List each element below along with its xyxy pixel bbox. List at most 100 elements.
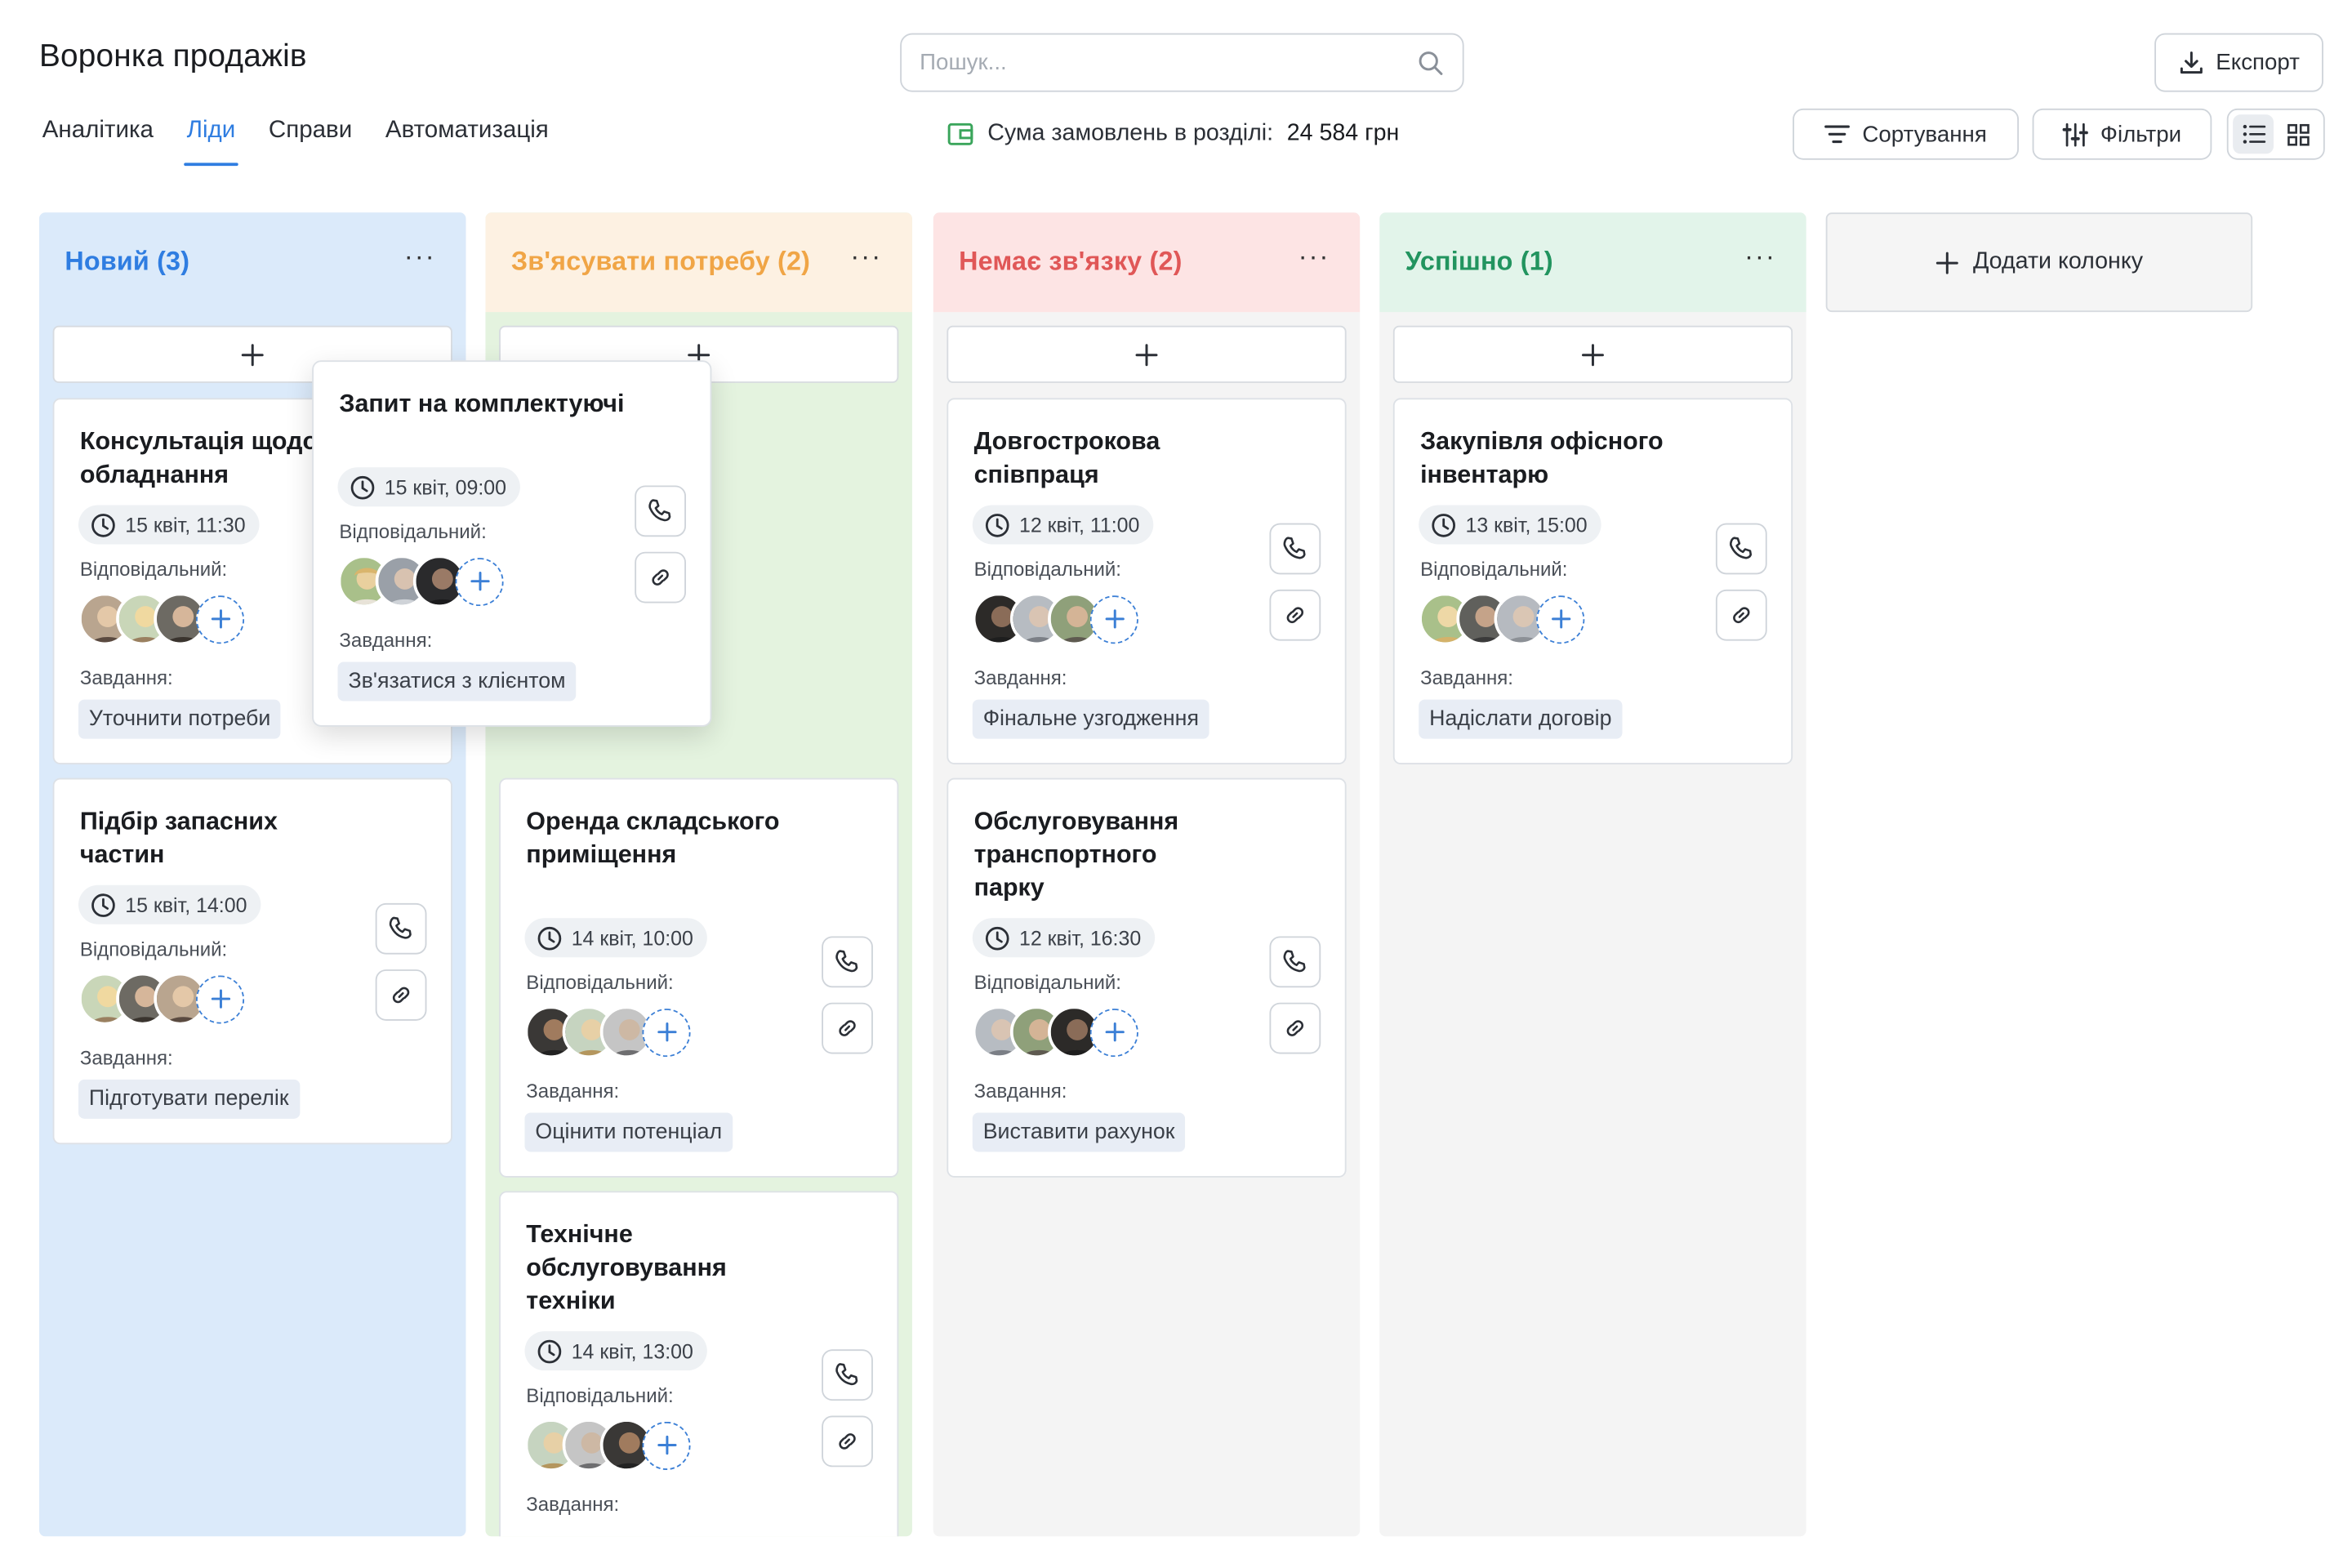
call-button[interactable] <box>822 936 873 988</box>
link-button[interactable] <box>1269 589 1321 641</box>
tab-leads[interactable]: Ліди <box>183 118 239 167</box>
clock-icon <box>985 512 1010 537</box>
responsible-avatars <box>78 972 245 1026</box>
responsible-avatars <box>972 1005 1138 1058</box>
filter-label: Фільтри <box>2100 121 2182 147</box>
lead-card[interactable]: Підбір запасних частин 15 квіт, 14:00 Відп… <box>52 777 452 1145</box>
filter-button[interactable]: Фільтри <box>2032 108 2212 160</box>
card-date: 14 квіт, 10:00 <box>524 918 707 958</box>
lead-card[interactable]: Технічне обслуговування техніки 14 квіт, … <box>499 1191 899 1537</box>
link-button[interactable] <box>1715 589 1767 641</box>
summary-amount: 24 584 грн <box>1286 120 1400 147</box>
task-chip[interactable]: Оцінити потенціал <box>524 1112 733 1152</box>
add-responsible-button[interactable] <box>1089 595 1138 644</box>
card-title: Довгострокова співпраця <box>973 428 1160 489</box>
sort-label: Сортування <box>1862 121 1987 147</box>
column-title: Немає зв'язку (2) <box>959 245 1183 276</box>
link-button[interactable] <box>822 1415 873 1468</box>
tab-automation[interactable]: Автоматизація <box>385 118 549 166</box>
add-responsible-button[interactable] <box>1089 1008 1138 1057</box>
responsible-label: Відповідальний: <box>79 558 228 581</box>
add-responsible-button[interactable] <box>642 1008 691 1057</box>
more-dots: ··· <box>850 241 882 272</box>
responsible-avatars <box>337 555 504 608</box>
add-responsible-button[interactable] <box>195 974 245 1023</box>
task-chip[interactable]: Виставити рахунок <box>972 1112 1186 1152</box>
add-responsible-button[interactable] <box>1536 595 1585 644</box>
clock-icon <box>91 512 116 537</box>
summary-label: Сума замовлень в розділі: <box>987 120 1274 147</box>
card-date-text: 12 квіт, 16:30 <box>1018 926 1142 950</box>
responsible-label: Відповідальний: <box>79 938 228 960</box>
task-chip[interactable]: Фінальне узгодження <box>972 699 1209 739</box>
responsible-avatars <box>1419 592 1585 646</box>
column-header: Новий (3) ··· <box>38 212 466 313</box>
kanban-column: Немає зв'язку (2) ··· Довгострокова співпр… <box>933 212 1361 1537</box>
add-column-button[interactable]: Додати колонку <box>1825 212 2253 313</box>
link-icon <box>835 1016 860 1040</box>
more-icon[interactable]: ··· <box>1744 243 1776 270</box>
add-responsible-button[interactable] <box>642 1420 691 1470</box>
tasks-label: Завдання: <box>79 1046 173 1069</box>
task-chip[interactable]: Надіслати договір <box>1419 699 1623 739</box>
lead-card[interactable]: Оренда складського приміщення 14 квіт, 10… <box>499 777 899 1178</box>
lead-card[interactable]: Довгострокова співпраця 12 квіт, 11:00 Від… <box>947 398 1347 764</box>
link-button[interactable] <box>375 969 427 1021</box>
tab-analytics[interactable]: Аналітика <box>42 118 154 166</box>
call-button[interactable] <box>375 902 427 955</box>
card-date-text: 15 квіт, 14:00 <box>125 893 247 916</box>
phone-icon <box>647 497 674 524</box>
link-icon <box>1283 603 1307 627</box>
link-button[interactable] <box>822 1002 873 1054</box>
responsible-label: Відповідальний: <box>973 558 1121 581</box>
search-input[interactable] <box>920 49 1418 76</box>
tasks-label: Завдання: <box>526 1492 620 1516</box>
responsible-label: Відповідальний: <box>526 970 674 994</box>
list-view-icon[interactable] <box>2233 114 2274 154</box>
task-chip[interactable]: Уточнити потреби <box>78 699 282 739</box>
lead-card[interactable]: Обслуговування транспортного парку 12 кві… <box>947 777 1347 1178</box>
tab-bar: Аналітика Ліди Справи Автоматизація <box>42 118 549 167</box>
call-button[interactable] <box>822 1349 873 1401</box>
add-card-button[interactable] <box>1392 325 1793 383</box>
card-date-text: 14 квіт, 13:00 <box>571 1339 693 1362</box>
card-date-text: 13 квіт, 15:00 <box>1465 513 1588 537</box>
call-button[interactable] <box>1715 523 1767 575</box>
sort-button[interactable]: Сортування <box>1793 108 2019 160</box>
task-chip[interactable]: Зв'язатися з клієнтом <box>337 662 577 702</box>
task-chip[interactable]: Підготувати перелік <box>78 1079 300 1119</box>
dragged-lead-card[interactable]: Запит на комплектуючі 15 квіт, 09:00 Від… <box>312 360 712 727</box>
add-responsible-button[interactable] <box>195 595 245 644</box>
call-button[interactable] <box>1269 523 1321 575</box>
card-title: Закупівля офісного інвентарю <box>1420 428 1664 489</box>
link-icon <box>1283 1016 1307 1040</box>
tab-deals[interactable]: Справи <box>269 118 352 166</box>
card-date-text: 15 квіт, 11:30 <box>125 513 246 537</box>
responsible-label: Відповідальний: <box>526 1383 674 1407</box>
column-title: Зв'ясувати потребу (2) <box>510 245 811 276</box>
card-date: 15 квіт, 11:30 <box>78 505 260 545</box>
call-button[interactable] <box>635 485 686 537</box>
link-button[interactable] <box>1269 1002 1321 1054</box>
lead-card[interactable]: Закупівля офісного інвентарю 13 квіт, 15:… <box>1392 398 1793 764</box>
responsible-avatars <box>524 1005 691 1058</box>
sort-icon <box>1824 123 1851 145</box>
add-card-button[interactable] <box>947 325 1347 383</box>
more-icon[interactable]: ··· <box>1298 243 1330 270</box>
link-button[interactable] <box>635 551 686 604</box>
card-date-text: 15 квіт, 09:00 <box>384 475 506 499</box>
call-button[interactable] <box>1269 936 1321 988</box>
responsible-avatars <box>524 1419 691 1472</box>
card-date: 15 квіт, 14:00 <box>78 884 261 924</box>
plus-icon <box>241 343 264 366</box>
export-button[interactable]: Експорт <box>2154 33 2323 92</box>
grid-view-icon[interactable] <box>2278 114 2319 154</box>
search-icon[interactable] <box>1417 49 1444 76</box>
view-toggle <box>2226 108 2325 160</box>
column-title: Успішно (1) <box>1405 245 1553 276</box>
more-icon[interactable]: ··· <box>404 243 436 270</box>
tasks-label: Завдання: <box>79 666 173 689</box>
more-icon[interactable]: ··· <box>850 243 882 270</box>
tasks-label: Завдання: <box>339 628 433 652</box>
add-responsible-button[interactable] <box>455 557 504 606</box>
